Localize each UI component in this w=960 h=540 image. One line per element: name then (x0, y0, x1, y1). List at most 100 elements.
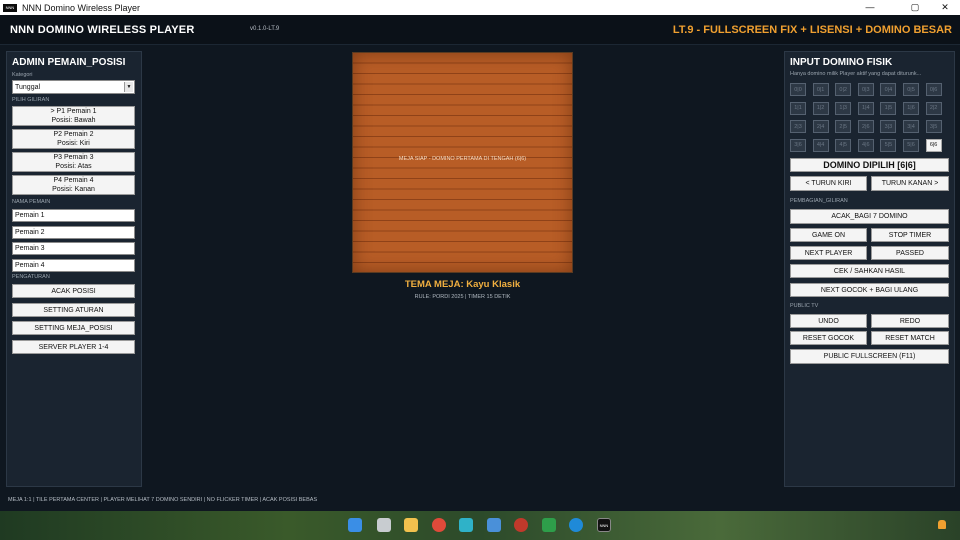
shuffle-position-button[interactable]: ACAK POSISI (12, 284, 135, 298)
player-4-name: P4 Pemain 4 (53, 177, 94, 184)
category-value: Tunggal (15, 83, 41, 91)
names-label: NAMA PEMAIN (12, 199, 51, 205)
notification-bell-icon[interactable] (938, 520, 946, 529)
player-2-name: P2 Pemain 2 (53, 131, 94, 138)
passed-button[interactable]: PASSED (871, 246, 949, 260)
task-view-icon[interactable] (377, 518, 391, 532)
player-2-position: Posisi: Kiri (57, 140, 90, 147)
app-icon: NNN (3, 3, 17, 12)
window-titlebar: NNN NNN Domino Wireless Player — ▢ ✕ (0, 0, 960, 15)
reset-match-button[interactable]: RESET MATCH (871, 331, 949, 345)
app-header: NNN DOMINO WIRELESS PLAYER v0.1.0-LT.9 L… (0, 15, 960, 45)
taskbar: NNN (0, 511, 960, 540)
domino-input-title: INPUT DOMINO FISIK (790, 57, 893, 68)
domino-tile[interactable]: 2|5 (835, 120, 852, 133)
reset-gocok-button[interactable]: RESET GOCOK (790, 331, 867, 345)
player-3-name-input[interactable]: Pemain 3 (12, 242, 135, 255)
category-select[interactable]: Tunggal ▼ (12, 80, 135, 94)
domino-tile[interactable]: 0|0 (790, 83, 806, 96)
spreadsheet-icon[interactable] (542, 518, 556, 532)
player-1-button[interactable]: > P1 Pemain 1 Posisi: Bawah (12, 106, 135, 126)
domino-tile[interactable]: 2|3 (790, 120, 806, 133)
domino-input-panel: INPUT DOMINO FISIK Hanya domino milik Pl… (784, 51, 955, 487)
file-explorer-icon[interactable] (404, 518, 418, 532)
player-1-name: > P1 Pemain 1 (50, 108, 97, 115)
domino-tile[interactable]: 3|6 (790, 138, 806, 152)
table-theme: TEMA MEJA: Kayu Klasik (404, 279, 521, 290)
window-title: NNN Domino Wireless Player (22, 2, 141, 13)
domino-tile[interactable]: 6|6 (925, 138, 942, 152)
player-1-name-input[interactable]: Pemain 1 (12, 209, 135, 222)
photos-icon[interactable] (487, 518, 501, 532)
table-status-message: MEJA SIAP - DOMINO PERTAMA DI TENGAH (6|… (398, 156, 527, 162)
media-icon[interactable] (514, 518, 528, 532)
app-banner: LT.9 - FULLSCREEN FIX + LISENSI + DOMINO… (672, 24, 952, 36)
domino-tile[interactable]: 1|4 (857, 101, 874, 115)
player-3-button[interactable]: P3 Pemain 3 Posisi: Atas (12, 152, 135, 172)
domino-tile[interactable]: 1|6 (903, 101, 919, 115)
windows-start-icon[interactable] (348, 518, 362, 532)
player-4-name-input[interactable]: Pemain 4 (12, 259, 135, 272)
minimize-button[interactable]: — (855, 0, 885, 15)
server-player-button[interactable]: SERVER PLAYER 1-4 (12, 340, 135, 354)
public-fullscreen-button[interactable]: PUBLIC FULLSCREEN (F11) (790, 349, 949, 364)
domino-tile[interactable]: 1|2 (812, 101, 829, 115)
domino-tile[interactable]: 3|3 (880, 120, 897, 133)
turn-right-button[interactable]: TURUN KANAN > (871, 176, 949, 191)
domino-tile[interactable]: 4|5 (835, 138, 852, 152)
domino-tile[interactable]: 3|5 (925, 120, 942, 133)
domino-tile[interactable]: 1|5 (880, 101, 897, 115)
domino-input-subtitle: Hanya domino milik Player aktif yang dap… (790, 71, 922, 77)
player-4-position: Posisi: Kanan (52, 186, 95, 193)
app-icon-wave[interactable] (459, 518, 473, 532)
domino-tile[interactable]: 0|6 (925, 83, 942, 96)
rules-setting-button[interactable]: SETTING ATURAN (12, 303, 135, 317)
domino-tile[interactable]: 0|1 (812, 83, 829, 96)
player-3-position: Posisi: Atas (55, 163, 92, 170)
player-4-button[interactable]: P4 Pemain 4 Posisi: Kanan (12, 175, 135, 195)
app-version: v0.1.0-LT.9 (250, 26, 280, 32)
settings-label: PENGATURAN (12, 274, 50, 280)
deal-button[interactable]: ACAK_BAGI 7 DOMINO (790, 209, 949, 224)
turn-left-button[interactable]: < TURUN KIRI (790, 176, 867, 191)
stop-timer-button[interactable]: STOP TIMER (871, 228, 949, 242)
rule-info: RULE: PORDI 2025 | TIMER 15 DETIK (414, 294, 511, 300)
domino-app-taskbar-icon[interactable]: NNN (597, 518, 611, 532)
domino-tile[interactable]: 2|6 (857, 120, 874, 133)
next-player-button[interactable]: NEXT PLAYER (790, 246, 867, 260)
selected-domino: DOMINO DIPILIH [6|6] (790, 158, 949, 172)
domino-table[interactable]: MEJA SIAP - DOMINO PERTAMA DI TENGAH (6|… (352, 52, 573, 273)
domino-tile[interactable]: 0|2 (835, 83, 852, 96)
chevron-down-icon: ▼ (124, 82, 133, 92)
category-label: Kategori (12, 72, 33, 78)
next-gocok-button[interactable]: NEXT GOCOK + BAGI ULANG (790, 283, 949, 297)
public-tv-label: PUBLIC TV (790, 303, 819, 309)
player-2-name-input[interactable]: Pemain 2 (12, 226, 135, 239)
maximize-button[interactable]: ▢ (900, 0, 930, 15)
edge-icon[interactable] (569, 518, 583, 532)
admin-panel: ADMIN PEMAIN_POSISI Kategori Tunggal ▼ P… (6, 51, 142, 487)
table-setting-button[interactable]: SETTING MEJA_POSISI (12, 321, 135, 335)
domino-tile[interactable]: 1|3 (835, 101, 852, 115)
domino-tile[interactable]: 0|5 (903, 83, 919, 96)
redo-button[interactable]: REDO (871, 314, 949, 328)
deal-label: PEMBAGIAN_GILIRAN (790, 198, 848, 204)
domino-tile[interactable]: 3|4 (903, 120, 919, 133)
app-title: NNN DOMINO WIRELESS PLAYER (10, 24, 195, 36)
domino-tile[interactable]: 5|6 (903, 138, 919, 152)
close-button[interactable]: ✕ (930, 0, 960, 15)
domino-tile[interactable]: 2|2 (925, 101, 942, 115)
player-2-button[interactable]: P2 Pemain 2 Posisi: Kiri (12, 129, 135, 149)
chrome-icon[interactable] (432, 518, 446, 532)
domino-tile[interactable]: 0|4 (880, 83, 897, 96)
domino-tile[interactable]: 2|4 (812, 120, 829, 133)
domino-tile[interactable]: 4|6 (857, 138, 874, 152)
check-result-button[interactable]: CEK / SAHKAN HASIL (790, 264, 949, 278)
undo-button[interactable]: UNDO (790, 314, 867, 328)
game-on-button[interactable]: GAME ON (790, 228, 867, 242)
domino-tile[interactable]: 4|4 (812, 138, 829, 152)
domino-tile[interactable]: 1|1 (790, 101, 806, 115)
turn-label: PILIH GILIRAN (12, 97, 50, 103)
domino-tile[interactable]: 5|5 (880, 138, 897, 152)
domino-tile[interactable]: 0|3 (857, 83, 874, 96)
